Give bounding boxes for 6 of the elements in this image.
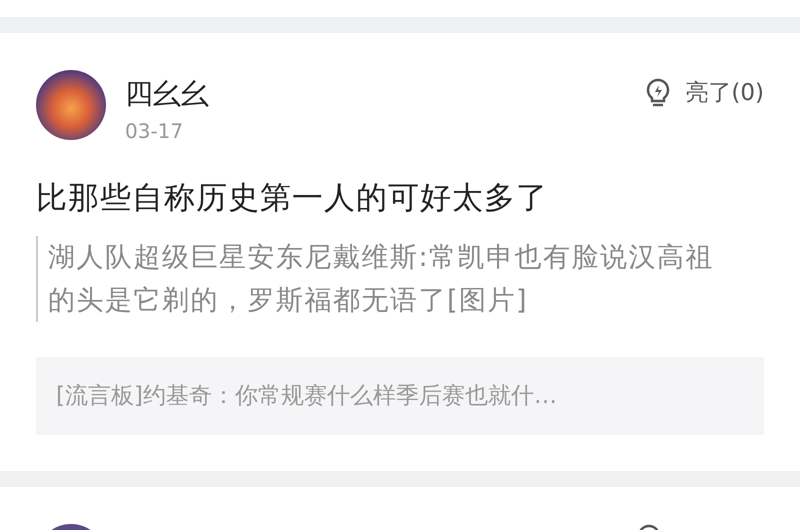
lightbulb-icon[interactable] — [645, 78, 672, 108]
quoted-comment: 湖人队超级巨星安东尼戴维斯:常凯申也有脸说汉高祖的头是它剃的，罗斯福都无语了[图片] — [36, 236, 728, 322]
author-name[interactable]: 四幺幺 — [125, 76, 209, 112]
comment-text: 比那些自称历史第一人的可好太多了 — [36, 179, 549, 218]
like-count[interactable]: 亮了(0) — [685, 78, 764, 108]
post-date: 03-17 — [125, 118, 184, 144]
